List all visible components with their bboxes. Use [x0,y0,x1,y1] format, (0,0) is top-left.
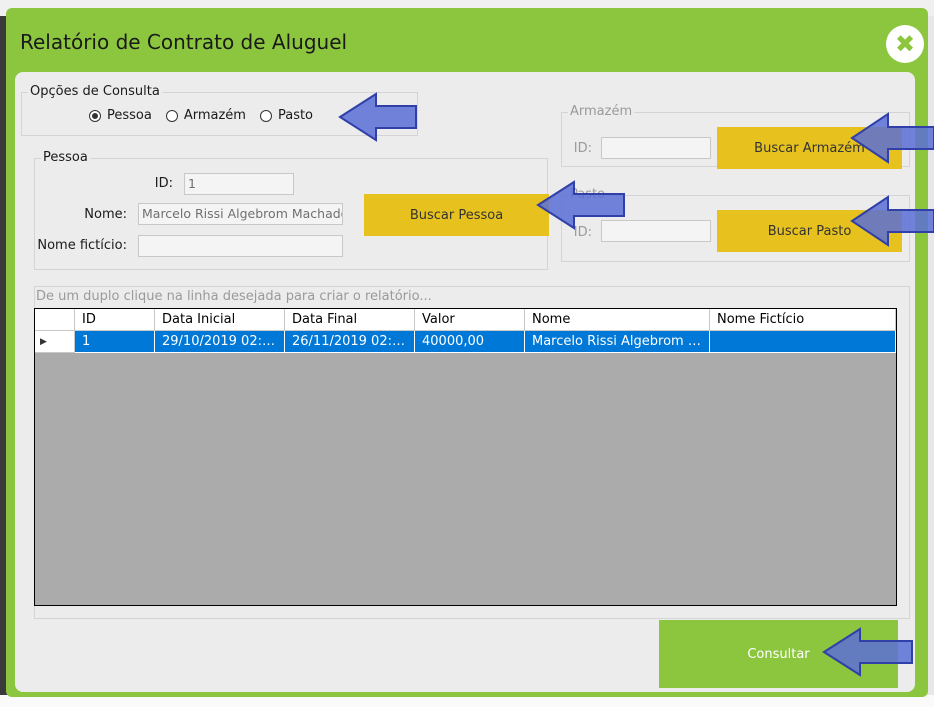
column-header-valor[interactable]: Valor [415,309,525,331]
column-header-id[interactable]: ID [75,309,155,331]
annotation-arrow-icon [850,195,934,247]
cell-valor[interactable]: 40000,00 [415,331,525,353]
table-row[interactable]: ▶ 1 29/10/2019 02:50 26/11/2019 02:50 40… [35,331,896,353]
window-title: Relatório de Contrato de Aluguel [20,30,348,54]
query-options-legend: Opções de Consulta [28,84,162,99]
radio-pessoa-circle [89,109,101,122]
row-selector-icon[interactable]: ▶ [35,331,75,353]
column-header-data-final[interactable]: Data Final [285,309,415,331]
cell-nome[interactable]: Marcelo Rissi Algebrom Machado [525,331,710,353]
close-button[interactable]: ✖ [886,25,924,63]
pessoa-nome-label: Nome: [84,207,127,222]
buscar-pessoa-button[interactable]: Buscar Pessoa [364,194,549,236]
radio-pasto[interactable]: Pasto [259,108,314,123]
annotation-arrow-icon [850,112,934,164]
grid-hint: De um duplo clique na linha desejada par… [36,289,432,304]
pessoa-nome-field[interactable]: Marcelo Rissi Algebrom Machado [138,203,343,225]
radio-pessoa-label: Pessoa [107,108,152,123]
pessoa-id-label: ID: [154,176,173,191]
radio-armazem-label: Armazém [183,108,246,123]
armazem-id-label: ID: [573,141,592,156]
radio-pasto-label: Pasto [277,108,314,123]
column-header-nome-ficticio[interactable]: Nome Fictício [710,309,896,331]
pessoa-legend: Pessoa [41,150,90,165]
close-icon: ✖ [894,30,916,58]
annotation-arrow-icon [822,627,913,677]
armazem-id-field[interactable] [601,137,711,159]
annotation-arrow-icon [536,180,625,230]
radio-selected-dot [92,112,98,119]
cell-nome-ficticio[interactable] [710,331,896,353]
cell-id[interactable]: 1 [75,331,155,353]
annotation-arrow-icon [338,92,417,142]
column-header-data-inicial[interactable]: Data Inicial [155,309,285,331]
pessoa-id-field[interactable]: 1 [184,173,294,195]
grid-corner [35,309,75,331]
results-grid: ID Data Inicial Data Final Valor Nome No… [34,308,897,606]
radio-armazem-circle [165,109,178,122]
grid-header: ID Data Inicial Data Final Valor Nome No… [35,309,896,331]
radio-armazem[interactable]: Armazém [165,108,246,123]
pessoa-nome-ficticio-field[interactable] [138,235,343,257]
armazem-legend: Armazém [568,104,635,119]
radio-pasto-circle [259,109,272,122]
cell-data-inicial[interactable]: 29/10/2019 02:50 [155,331,285,353]
cell-data-final[interactable]: 26/11/2019 02:50 [285,331,415,353]
radio-pessoa[interactable]: Pessoa [89,108,152,123]
pessoa-nome-ficticio-label: Nome fictício: [37,238,127,253]
column-header-nome[interactable]: Nome [525,309,710,331]
